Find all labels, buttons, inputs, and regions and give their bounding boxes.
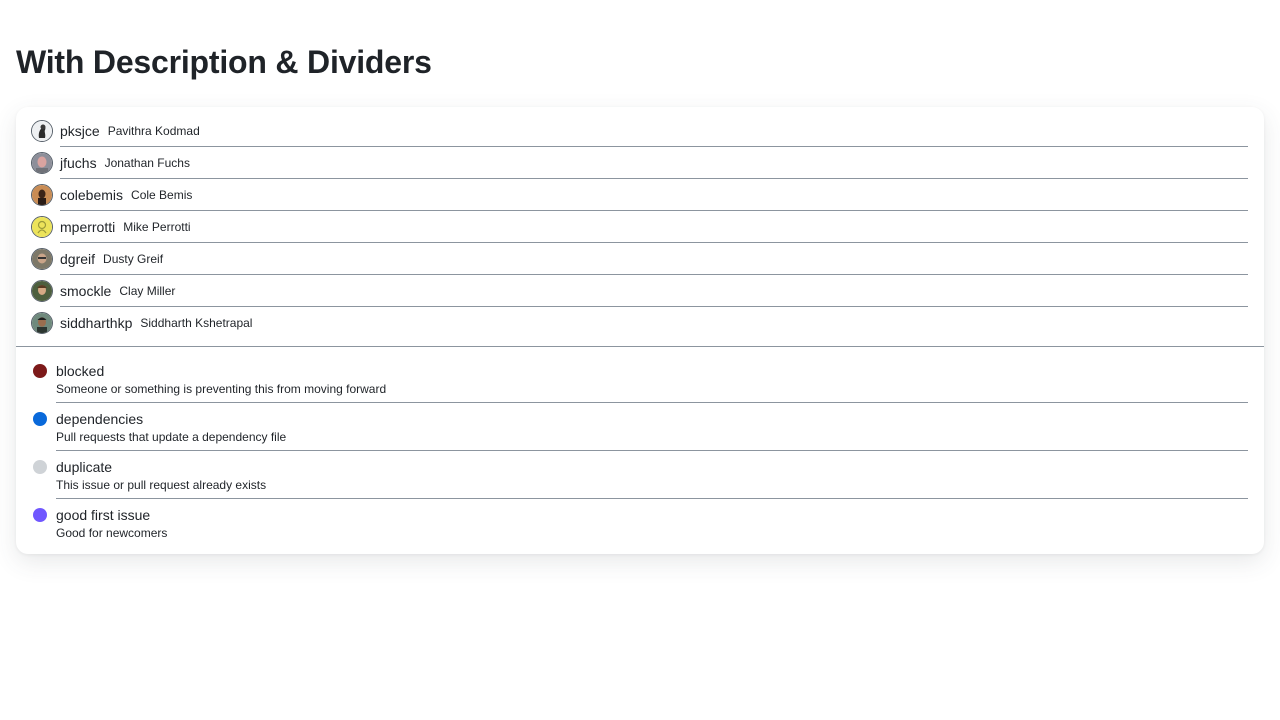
user-text: pksjce Pavithra Kodmad [60,115,1248,147]
label-list-item[interactable]: dependencies Pull requests that update a… [16,403,1264,451]
avatar-jfuchs-icon [31,152,53,174]
user-list-item[interactable]: colebemis Cole Bemis [16,179,1264,211]
user-list-item[interactable]: dgreif Dusty Greif [16,243,1264,275]
label-text: dependencies Pull requests that update a… [56,403,1248,451]
user-login: jfuchs [60,154,97,171]
user-text: colebemis Cole Bemis [60,179,1248,211]
label-name: good first issue [56,507,151,523]
label-name: blocked [56,363,105,379]
user-text: smockle Clay Miller [60,275,1248,307]
user-list: pksjce Pavithra Kodmad jfuchs Jonathan F… [16,115,1264,339]
user-fullname: Dusty Greif [103,251,164,266]
label-color-dot-icon [33,412,47,426]
label-text: good first issue Good for newcomers [56,499,1248,546]
label-color-dot-icon [33,508,47,522]
label-list: blocked Someone or something is preventi… [16,347,1264,547]
user-login: dgreif [60,250,96,267]
avatar-smockle-icon [31,280,53,302]
user-list-item[interactable]: pksjce Pavithra Kodmad [16,115,1264,147]
user-login: smockle [60,282,112,299]
label-description: Good for newcomers [56,526,168,540]
label-name: dependencies [56,411,144,427]
avatar-mperrotti-icon [31,216,53,238]
user-text: mperrotti Mike Perrotti [60,211,1248,243]
label-color-dot-icon [33,364,47,378]
label-text: blocked Someone or something is preventi… [56,355,1248,403]
user-list-item[interactable]: jfuchs Jonathan Fuchs [16,147,1264,179]
page-title: With Description & Dividers [16,44,432,80]
label-name: duplicate [56,459,113,475]
label-description: This issue or pull request already exist… [56,478,267,492]
label-description: Someone or something is preventing this … [56,382,387,396]
user-list-item[interactable]: smockle Clay Miller [16,275,1264,307]
user-login: colebemis [60,186,124,203]
user-login: mperrotti [60,218,116,235]
label-list-item[interactable]: duplicate This issue or pull request alr… [16,451,1264,499]
user-fullname: Pavithra Kodmad [107,123,200,138]
user-login: pksjce [60,122,100,139]
label-color-dot-icon [33,460,47,474]
user-text: siddharthkp Siddharth Kshetrapal [60,307,1248,338]
avatar-siddharthkp-icon [31,312,53,334]
user-list-item[interactable]: siddharthkp Siddharth Kshetrapal [16,307,1264,339]
user-text: dgreif Dusty Greif [60,243,1248,275]
user-text: jfuchs Jonathan Fuchs [60,147,1248,179]
avatar-pksjce-icon [31,120,53,142]
user-fullname: Mike Perrotti [123,219,191,234]
label-description: Pull requests that update a dependency f… [56,430,287,444]
avatar-dgreif-icon [31,248,53,270]
user-login: siddharthkp [60,314,133,331]
label-list-item[interactable]: blocked Someone or something is preventi… [16,355,1264,403]
label-list-item[interactable]: good first issue Good for newcomers [16,499,1264,547]
user-fullname: Clay Miller [119,283,176,298]
user-fullname: Cole Bemis [131,187,193,202]
label-text: duplicate This issue or pull request alr… [56,451,1248,499]
action-list-card: pksjce Pavithra Kodmad jfuchs Jonathan F… [16,107,1264,554]
avatar-colebemis-icon [31,184,53,206]
user-list-item[interactable]: mperrotti Mike Perrotti [16,211,1264,243]
user-fullname: Jonathan Fuchs [104,155,190,170]
user-fullname: Siddharth Kshetrapal [140,315,253,330]
